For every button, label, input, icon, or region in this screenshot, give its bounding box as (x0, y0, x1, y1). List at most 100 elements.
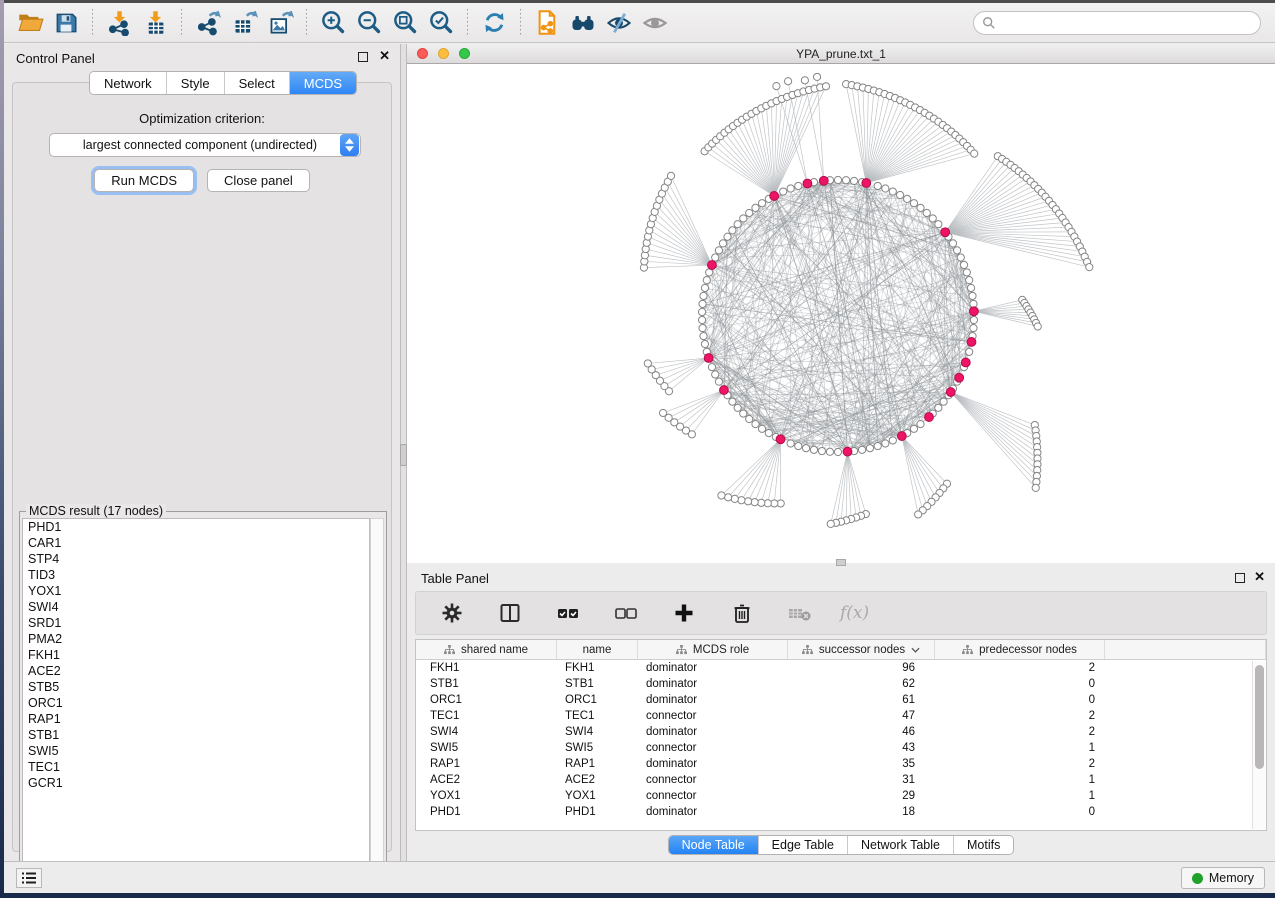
mcds-hub-node[interactable] (720, 386, 729, 395)
network-node[interactable] (915, 511, 922, 518)
network-node[interactable] (734, 404, 741, 411)
column-header[interactable]: predecessor nodes (935, 640, 1105, 659)
network-node[interactable] (897, 191, 904, 198)
zoom-selected-button[interactable] (423, 6, 459, 40)
float-table-panel-icon[interactable] (1235, 573, 1245, 583)
search-neighbors-button[interactable] (565, 6, 601, 40)
network-node[interactable] (758, 425, 765, 432)
network-node[interactable] (882, 440, 889, 447)
network-node[interactable] (740, 215, 747, 222)
divider-handle[interactable] (400, 444, 407, 466)
memory-button[interactable]: Memory (1181, 867, 1265, 889)
export-table-button[interactable] (226, 6, 262, 40)
mcds-hub-node[interactable] (970, 307, 979, 316)
network-node[interactable] (703, 277, 710, 284)
network-node[interactable] (960, 261, 967, 268)
network-canvas[interactable] (407, 64, 1275, 563)
zoom-in-button[interactable] (315, 6, 351, 40)
tab-style[interactable]: Style (167, 72, 225, 94)
import-network-button[interactable] (101, 6, 137, 40)
network-node[interactable] (644, 360, 651, 367)
network-node[interactable] (734, 221, 741, 228)
mcds-result-item[interactable]: RAP1 (23, 711, 369, 727)
network-node[interactable] (746, 209, 753, 216)
table-row[interactable]: TEC1TEC1connector472 (416, 708, 1266, 724)
network-node[interactable] (712, 371, 719, 378)
tab-select[interactable]: Select (225, 72, 290, 94)
mcds-hub-node[interactable] (862, 179, 871, 188)
mcds-result-item[interactable]: FKH1 (23, 647, 369, 663)
table-scrollbar-thumb[interactable] (1255, 665, 1264, 769)
network-node[interactable] (866, 445, 873, 452)
mcds-hub-node[interactable] (704, 354, 713, 363)
save-session-button[interactable] (48, 6, 84, 40)
network-node[interactable] (957, 254, 964, 261)
tab-edge-table[interactable]: Edge Table (759, 836, 848, 854)
network-node[interactable] (801, 77, 808, 84)
mcds-hub-node[interactable] (961, 358, 970, 367)
task-history-button[interactable] (16, 868, 42, 888)
network-node[interactable] (1034, 323, 1041, 330)
mcds-result-item[interactable]: ORC1 (23, 695, 369, 711)
table-row[interactable]: ACE2ACE2connector311 (416, 772, 1266, 788)
add-column-button[interactable] (666, 596, 702, 630)
network-node[interactable] (917, 421, 924, 428)
mcds-hub-node[interactable] (941, 228, 950, 237)
network-node[interactable] (765, 430, 772, 437)
column-header[interactable]: successor nodes (788, 640, 935, 659)
network-node[interactable] (795, 442, 802, 449)
network-node[interactable] (712, 254, 719, 261)
network-node[interactable] (780, 188, 787, 195)
mcds-result-item[interactable]: SWI4 (23, 599, 369, 615)
table-scrollbar[interactable] (1252, 661, 1265, 829)
network-node[interactable] (758, 499, 765, 506)
network-node[interactable] (842, 177, 849, 184)
table-row[interactable]: SWI5SWI5connector431 (416, 740, 1266, 756)
network-node[interactable] (701, 340, 708, 347)
split-columns-button[interactable] (492, 596, 528, 630)
table-row[interactable]: YOX1YOX1connector291 (416, 788, 1266, 804)
network-node[interactable] (701, 284, 708, 291)
table-row[interactable]: RAP1RAP1dominator352 (416, 756, 1266, 772)
column-header[interactable]: name (557, 640, 638, 659)
network-node[interactable] (698, 308, 705, 315)
network-node[interactable] (1032, 484, 1039, 491)
network-node[interactable] (746, 415, 753, 422)
network-node[interactable] (970, 324, 977, 331)
network-node[interactable] (850, 177, 857, 184)
network-node[interactable] (923, 209, 930, 216)
network-node[interactable] (724, 233, 731, 240)
network-node[interactable] (834, 448, 841, 455)
search-input[interactable] (996, 16, 1252, 30)
network-node[interactable] (834, 176, 841, 183)
network-node[interactable] (971, 150, 978, 157)
network-node[interactable] (715, 247, 722, 254)
network-node[interactable] (889, 437, 896, 444)
mcds-result-item[interactable]: STB5 (23, 679, 369, 695)
mcds-result-item[interactable]: TID3 (23, 567, 369, 583)
mcds-hub-node[interactable] (770, 192, 779, 201)
network-node[interactable] (795, 182, 802, 189)
tab-network[interactable]: Network (90, 72, 167, 94)
mcds-hub-node[interactable] (803, 179, 812, 188)
network-node[interactable] (966, 348, 973, 355)
network-node[interactable] (969, 292, 976, 299)
network-node[interactable] (715, 378, 722, 385)
table-row[interactable]: FKH1FKH1dominator962 (416, 660, 1266, 676)
run-mcds-button[interactable]: Run MCDS (94, 169, 194, 192)
network-node[interactable] (785, 78, 792, 85)
network-node[interactable] (966, 277, 973, 284)
network-node[interactable] (718, 492, 725, 499)
export-network-button[interactable] (190, 6, 226, 40)
share-document-button[interactable] (529, 6, 565, 40)
network-node[interactable] (787, 185, 794, 192)
network-node[interactable] (963, 269, 970, 276)
network-node[interactable] (827, 520, 834, 527)
mcds-result-item[interactable]: CAR1 (23, 535, 369, 551)
network-node[interactable] (699, 300, 706, 307)
tab-mcds[interactable]: MCDS (290, 72, 356, 94)
table-row[interactable]: STB1STB1dominator620 (416, 676, 1266, 692)
network-node[interactable] (738, 497, 745, 504)
network-node[interactable] (882, 185, 889, 192)
tab-motifs[interactable]: Motifs (954, 836, 1013, 854)
